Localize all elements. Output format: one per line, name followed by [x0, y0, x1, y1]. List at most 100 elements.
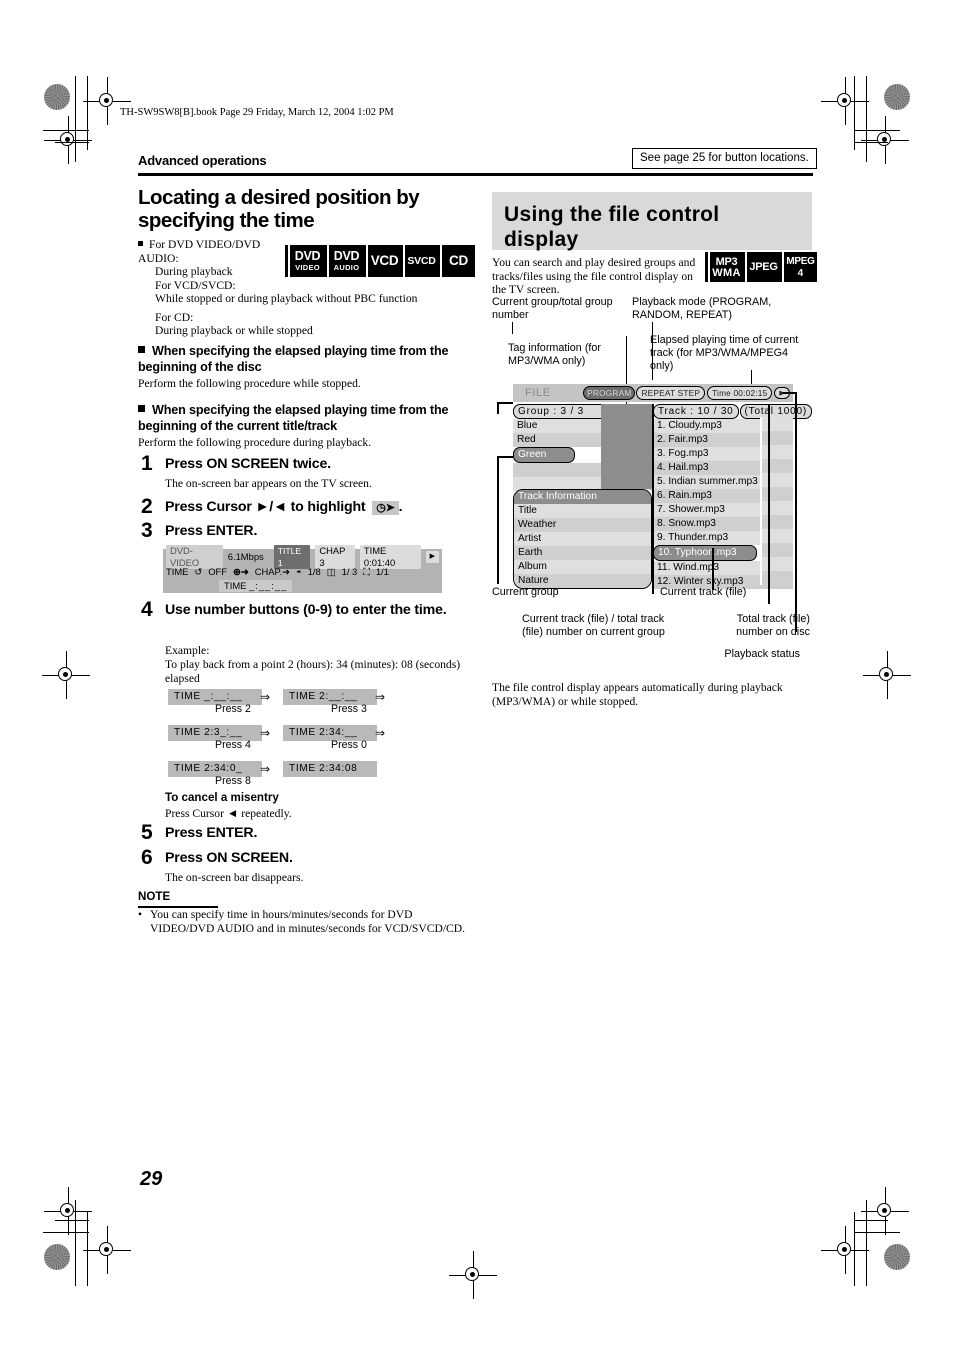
registration-mark-tl — [83, 77, 131, 125]
entry-arrow-icon-1: ⇒ — [260, 690, 271, 704]
leader-playback-status-vert — [795, 392, 797, 632]
osd-bitrate: 6.1Mbps — [227, 551, 264, 562]
step-4-title: Use number buttons (0-9) to enter the ti… — [165, 602, 447, 618]
registration-mark-left-mid — [42, 651, 90, 699]
disc-type-badges-left: DVD VIDEO DVD AUDIO VCD SVCD CD — [288, 245, 475, 277]
time-entry-chip-6: TIME 2:34:08 — [283, 761, 377, 777]
track-info-row: Album — [514, 560, 651, 574]
fcd-right-strip — [762, 417, 793, 585]
crop-line-tl-v2 — [87, 76, 88, 150]
print-dot-mark-top-left — [44, 84, 70, 110]
subheading-disc-beginning: When specifying the elapsed playing time… — [138, 344, 449, 374]
crop-line-tl-v1 — [75, 76, 76, 162]
step-6-number: 6 — [141, 846, 153, 869]
osd-time-entry: TIME _:__:__ — [219, 580, 293, 592]
subheading-title-beginning: When specifying the elapsed playing time… — [138, 403, 449, 433]
osd-angle-value: 1/1 — [375, 566, 389, 577]
right-outro: The file control display appears automat… — [492, 681, 783, 708]
registration-mark-bl — [83, 1226, 131, 1274]
example-label: Example: — [165, 644, 210, 657]
crop-line-bl-h2 — [55, 1220, 89, 1221]
osd-row-3: TIME _:__:__ — [163, 579, 442, 593]
fcd-track-header: Track : 10 / 30 — [653, 404, 739, 419]
osd-time-label: TIME — [166, 566, 189, 577]
step-2-title: Press Cursor ►/◄ to highlight ◷➤. — [165, 499, 403, 515]
step-5-number: 5 — [141, 821, 153, 844]
print-dot-mark-bottom-left — [44, 1244, 70, 1270]
osd-subtitle-value: 1/ 3 — [341, 566, 358, 577]
note-bullet: • You can specify time in hours/minutes/… — [138, 908, 466, 935]
step-1-sub: The on-screen bar appears on the TV scre… — [165, 477, 372, 490]
bullet-square-icon — [138, 405, 145, 412]
crop-line-tr-v1 — [866, 76, 867, 162]
crop-line-tr-v2 — [854, 76, 855, 150]
leader-current-group-line — [497, 402, 513, 404]
press-label-3: Press 3 — [331, 703, 367, 715]
page-number: 29 — [140, 1168, 163, 1190]
page-title-right: Using the file control display — [492, 192, 812, 251]
leader-current-group-vert — [497, 402, 499, 414]
applies-line6: During playback or while stopped — [155, 324, 313, 337]
note-label: NOTE — [138, 890, 171, 903]
applies-line5: For CD: — [155, 311, 194, 324]
track-info-header: Track Information — [514, 490, 651, 504]
press-label-5: Press 0 — [331, 739, 367, 751]
callout-current-group: Current group — [492, 586, 559, 598]
track-info-row: Artist — [514, 532, 651, 546]
crop-line-tl-h2 — [55, 142, 89, 143]
callout-playback-mode: Playback mode (PROGRAM, RANDOM, REPEAT) — [632, 296, 772, 321]
page-canvas: TH-SW9SW8[B].book Page 29 Friday, March … — [0, 0, 954, 1351]
bullet-square-icon — [138, 241, 143, 246]
callout-playback-status: Playback status — [724, 648, 800, 660]
crop-line-br-h2 — [854, 1220, 888, 1221]
step-5-title: Press ENTER. — [165, 825, 258, 841]
callout-current-group-total: Current group/total group number — [492, 296, 613, 321]
press-label-6: Press 8 — [215, 775, 251, 787]
callout-elapsed-time: Elapsed playing time of current track (f… — [650, 334, 799, 372]
repeat-icon: ↺ — [194, 565, 203, 577]
group-list-item-selected[interactable]: Green — [513, 447, 575, 463]
callout-tag-information: Tag information (for MP3/WMA only) — [508, 342, 602, 367]
step-2-number: 2 — [141, 495, 153, 518]
leader-current-group-total — [512, 322, 513, 334]
step-3-number: 3 — [141, 519, 153, 542]
step-6-sub: The on-screen bar disappears. — [165, 871, 304, 884]
entry-arrow-icon-3: ⇒ — [260, 726, 271, 740]
cancel-misentry-text: Press Cursor ◄ repeatedly. — [165, 807, 292, 820]
step-1-title: Press ON SCREEN twice. — [165, 456, 331, 472]
crop-line-bl-v1 — [75, 1200, 76, 1286]
bullet-dot-icon: • — [138, 908, 143, 921]
osd-next-arrow-icon: ▶ — [425, 550, 439, 563]
right-intro: You can search and play desired groups a… — [492, 256, 696, 297]
pill-repeat-step: REPEAT STEP — [636, 386, 706, 400]
applies-line3: For VCD/SVCD: — [155, 279, 236, 292]
clock-arrow-icon: ◷➤ — [372, 501, 399, 515]
bullet-square-icon — [138, 346, 145, 353]
badge-mp3-wma: MP3 WMA — [708, 252, 743, 282]
subheading-title-beginning-text: Perform the following procedure during p… — [138, 436, 372, 449]
track-info-row: Title — [514, 504, 651, 518]
fcd-track-divider — [760, 417, 762, 585]
track-info-row: Earth — [514, 546, 651, 560]
badge-mpeg4: MPEG 4 — [782, 252, 817, 282]
applies-line2: During playback — [155, 265, 233, 278]
osd-row-1: DVD-VIDEO 6.1Mbps TITLE 1 CHAP 3 TIME 0:… — [163, 544, 442, 569]
osd-clock-arrow-icon: ⊕➜ — [233, 565, 249, 577]
fcd-gutter — [601, 404, 652, 489]
crop-line-bl-h1 — [43, 1232, 89, 1233]
step-3-title: Press ENTER. — [165, 523, 258, 539]
angle-icon: ⛶ — [363, 565, 370, 577]
applies-line1: For DVD VIDEO/DVD AUDIO: — [138, 238, 261, 265]
badge-dvd-video: DVD VIDEO — [288, 245, 325, 277]
track-info-row: Weather — [514, 518, 651, 532]
crop-line-tl-h1 — [43, 130, 89, 131]
crop-line-tr-h2 — [854, 142, 888, 143]
subtitle-icon: ◫ — [326, 565, 336, 577]
badge-cd: CD — [440, 245, 475, 277]
leader-current-track-file — [712, 548, 714, 590]
page-title-left: Locating a desired position by specifyin… — [138, 186, 420, 232]
entry-arrow-icon-2: ⇒ — [375, 690, 386, 704]
leader-total-disc — [768, 404, 770, 604]
track-list-item-selected[interactable]: 10. Typhoon.mp3 — [653, 545, 757, 561]
registration-mark-right-mid — [863, 651, 911, 699]
